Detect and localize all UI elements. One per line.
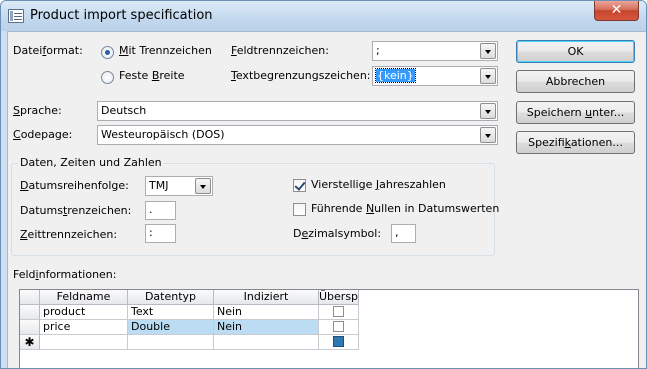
cell-datatype[interactable] — [128, 335, 214, 350]
date-separator-label: Datumstrenzeichen: — [20, 204, 132, 217]
codepage-value: Westeuropäisch (DOS) — [101, 128, 225, 141]
column-header-datatype[interactable]: Datentyp — [128, 290, 214, 305]
dialog-body: Dateiformat: Mit Trennzeichen Feste Brei… — [7, 31, 646, 368]
delimited-label[interactable]: Mit Trennzeichen — [119, 44, 212, 57]
cancel-button[interactable]: Abbrechen — [516, 70, 635, 93]
chevron-down-icon[interactable] — [480, 68, 496, 84]
time-separator-input[interactable]: : — [145, 224, 176, 243]
date-order-value: TMJ — [149, 179, 169, 192]
save-as-button[interactable]: Speichern unter... — [516, 101, 635, 124]
four-digit-year-label[interactable]: Vierstellige Jahreszahlen — [311, 178, 446, 191]
date-order-label: Datumsreihenfolge: — [20, 179, 129, 192]
row-header[interactable] — [20, 305, 40, 320]
chevron-down-icon[interactable] — [195, 178, 211, 194]
cell-datatype[interactable]: Double — [128, 320, 214, 335]
group-title: Daten, Zeiten und Zahlen — [18, 156, 164, 169]
leading-zeros-checkbox[interactable] — [293, 203, 306, 216]
cell-fieldname[interactable]: product — [40, 305, 128, 320]
skip-checkbox[interactable] — [333, 336, 344, 347]
cell-skip[interactable] — [319, 335, 359, 350]
text-qualifier-label: Textbegrenzungszeichen: — [231, 69, 371, 82]
four-digit-year-checkbox[interactable] — [293, 179, 306, 192]
language-label: Sprache: — [13, 104, 62, 117]
field-info-label: Feldinformationen: — [13, 268, 117, 281]
cell-fieldname[interactable]: price — [40, 320, 128, 335]
language-select[interactable]: Deutsch — [97, 101, 498, 121]
format-label: Dateiformat: — [13, 44, 83, 57]
table-icon — [8, 9, 24, 23]
dialog-window: Product import specification ✕ Dateiform… — [0, 0, 647, 369]
column-header-fieldname[interactable]: Feldname — [40, 290, 128, 305]
close-button[interactable]: ✕ — [594, 1, 639, 21]
column-header-indexed[interactable]: Indiziert — [214, 290, 319, 305]
delimited-radio[interactable] — [101, 46, 114, 59]
cell-indexed[interactable]: Nein — [214, 305, 319, 320]
decimal-symbol-input[interactable]: , — [391, 224, 416, 243]
specifications-button[interactable]: Spezifikationen... — [516, 131, 635, 154]
window-title: Product import specification — [30, 8, 213, 23]
field-delimiter-label: Feldtrennzeichen: — [231, 44, 329, 57]
grid-corner — [20, 290, 40, 305]
cell-indexed[interactable]: Nein — [214, 320, 319, 335]
codepage-label: Codepage: — [13, 128, 73, 141]
title-bar[interactable]: Product import specification ✕ — [1, 1, 646, 31]
leading-zeros-label[interactable]: Führende Nullen in Datumswerten — [311, 202, 499, 215]
cell-indexed[interactable] — [214, 335, 319, 350]
field-info-grid[interactable]: Feldname Datentyp Indiziert Überspr prod… — [19, 289, 639, 368]
date-separator-input[interactable]: . — [145, 201, 176, 220]
column-header-skip[interactable]: Überspr — [319, 290, 359, 305]
ok-button[interactable]: OK — [516, 40, 635, 63]
skip-checkbox[interactable] — [333, 306, 344, 317]
time-separator-label: Zeittrennzeichen: — [20, 228, 118, 241]
chevron-down-icon[interactable] — [480, 127, 496, 143]
text-qualifier-value: {kein} — [375, 68, 416, 83]
codepage-select[interactable]: Westeuropäisch (DOS) — [97, 125, 498, 145]
fixed-width-label[interactable]: Feste Breite — [119, 69, 185, 82]
cell-datatype[interactable]: Text — [128, 305, 214, 320]
chevron-down-icon[interactable] — [480, 43, 496, 59]
fixed-width-radio[interactable] — [101, 71, 114, 84]
skip-checkbox[interactable] — [333, 321, 344, 332]
cell-skip[interactable] — [319, 305, 359, 320]
text-qualifier-select[interactable]: {kein} — [372, 66, 498, 86]
language-value: Deutsch — [101, 104, 147, 117]
field-delimiter-select[interactable]: ; — [372, 41, 498, 61]
cell-fieldname[interactable] — [40, 335, 128, 350]
date-order-select[interactable]: TMJ — [145, 176, 213, 196]
new-row-icon[interactable]: ✱ — [20, 335, 40, 350]
field-delimiter-value: ; — [376, 44, 380, 57]
cell-skip[interactable] — [319, 320, 359, 335]
chevron-down-icon[interactable] — [480, 103, 496, 119]
decimal-symbol-label: Dezimalsymbol: — [293, 227, 382, 240]
row-header[interactable] — [20, 320, 40, 335]
